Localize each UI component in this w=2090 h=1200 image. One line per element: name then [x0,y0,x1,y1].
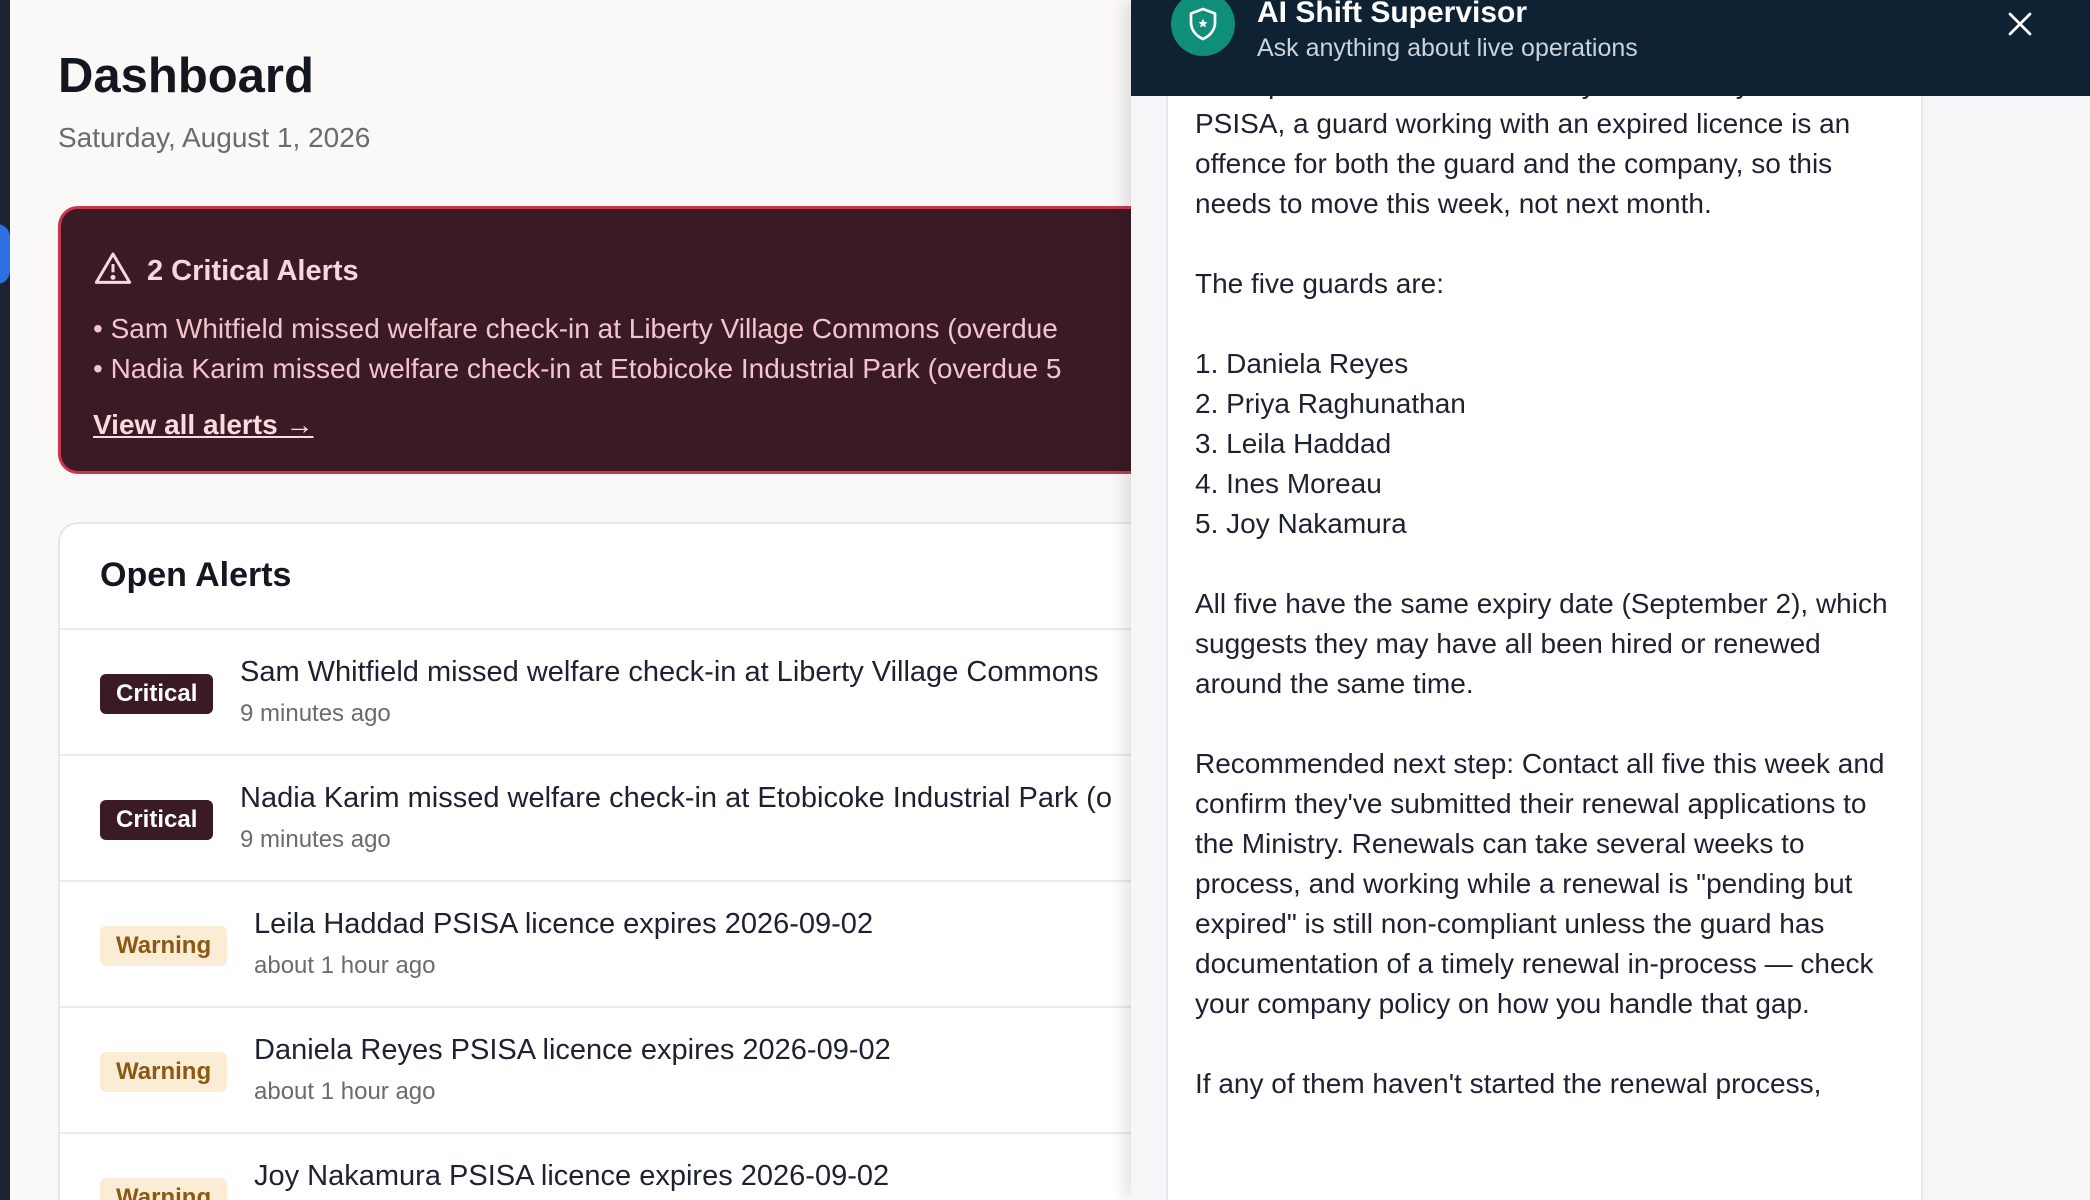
message-paragraph: The five guards are: [1195,268,1445,299]
alert-row[interactable]: Warning Daniela Reyes PSISA licence expi… [60,1006,1176,1132]
alert-text: Sam Whitfield missed welfare check-in at… [240,656,1099,688]
chat-subtitle: Ask anything about live operations [1257,34,1638,62]
guard-list-item: 1. Daniela Reyes [1195,348,1409,379]
chat-header: AI Shift Supervisor Ask anything about l… [1131,0,2090,96]
banner-alert-item: • Sam Whitfield missed welfare check-in … [93,313,1058,344]
alert-time: about 1 hour ago [254,1078,436,1105]
message-paragraph: All five have the same expiry date (Sept… [1195,588,1888,699]
alert-row[interactable]: Critical Nadia Karim missed welfare chec… [60,754,1176,880]
critical-alerts-banner: 2 Critical Alerts • Sam Whitfield missed… [58,206,1178,474]
alert-row[interactable]: Warning Joy Nakamura PSISA licence expir… [60,1132,1176,1200]
alert-text: Leila Haddad PSISA licence expires 2026-… [254,908,874,940]
banner-header: 2 Critical Alerts [93,249,359,294]
warning-triangle-icon [93,249,133,294]
view-all-alerts-link[interactable]: View all alerts → [93,409,314,441]
alert-time: 9 minutes ago [240,700,391,727]
severity-badge: Warning [100,1178,228,1200]
guard-list: 1. Daniela Reyes 2. Priya Raghunathan 3.… [1195,344,1905,544]
banner-alert-list: • Sam Whitfield missed welfare check-in … [93,309,1175,389]
alert-row[interactable]: Critical Sam Whitfield missed welfare ch… [60,628,1176,754]
open-alerts-card: Open Alerts Critical Sam Whitfield misse… [58,522,1178,1200]
alert-text: Daniela Reyes PSISA licence expires 2026… [254,1034,891,1066]
page-title: Dashboard [58,49,314,103]
alert-text: Joy Nakamura PSISA licence expires 2026-… [254,1160,890,1192]
message-paragraph: on September 2 — that's 32 days from tod… [1195,96,1851,219]
message-paragraph: Recommended next step: Contact all five … [1195,748,1885,1019]
severity-badge: Critical [100,674,214,714]
page-date: Saturday, August 1, 2026 [58,122,371,153]
shield-icon [1171,0,1235,56]
guard-list-item: 2. Priya Raghunathan [1195,388,1466,419]
assistant-message-text: on September 2 — that's 32 days from tod… [1195,96,1905,1144]
rail-nav-indicator[interactable] [0,224,10,284]
guard-list-item: 5. Joy Nakamura [1195,508,1407,539]
ai-supervisor-panel: on September 2 — that's 32 days from tod… [1131,0,2090,1200]
chat-title: AI Shift Supervisor [1257,0,1528,29]
open-alerts-title: Open Alerts [100,556,292,594]
guard-list-item: 3. Leila Haddad [1195,428,1392,459]
assistant-message: on September 2 — that's 32 days from tod… [1166,96,1923,1200]
guard-list-item: 4. Ines Moreau [1195,468,1382,499]
alert-row[interactable]: Warning Leila Haddad PSISA licence expir… [60,880,1176,1006]
alert-text: Nadia Karim missed welfare check-in at E… [240,782,1112,814]
app-side-rail [0,0,10,1200]
banner-alert-item: • Nadia Karim missed welfare check-in at… [93,353,1062,384]
severity-badge: Warning [100,1052,228,1092]
dashboard-main: Dashboard Saturday, August 1, 2026 2 Cri… [58,0,1178,1200]
severity-badge: Critical [100,800,214,840]
alert-time: about 1 hour ago [254,952,436,979]
close-panel-button[interactable] [2000,4,2040,44]
severity-badge: Warning [100,926,228,966]
alert-time: 9 minutes ago [240,826,391,853]
close-icon [2008,12,2032,36]
message-paragraph: If any of them haven't started the renew… [1195,1068,1822,1099]
banner-title: 2 Critical Alerts [147,255,359,287]
